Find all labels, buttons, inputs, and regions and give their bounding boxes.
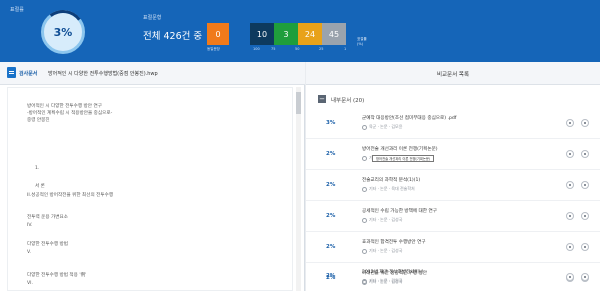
item-title: 효과적인 합격전투 수행방안 연구: [362, 240, 426, 245]
summary-banner: 표절률 3% 표절문형 전체 426건 중 0 동일문장 10 3 24 45 …: [0, 0, 600, 62]
item-similarity: 2%: [326, 213, 336, 219]
scale-unit-percent: (%): [357, 42, 364, 46]
comparison-item[interactable]: 2% 방어전술 개선과리 이론 전쟁(기획논문) 기타 · 논문 · 육대 연구: [306, 140, 600, 170]
scale-label-50: 50: [295, 47, 300, 51]
collapse-icon[interactable]: −: [318, 95, 326, 103]
doc-line: -방어적인 계획수립 시 적용방안을 중심으로-: [27, 111, 113, 116]
doc-line: VI.: [27, 281, 33, 286]
doc-line: 다양한 전투수행 방법: [27, 242, 68, 247]
doc-line: IV.: [27, 223, 33, 228]
item-meta: 기타 · 논문 · 김원국: [362, 278, 402, 284]
range-box-25[interactable]: 45: [322, 23, 346, 45]
view-icon[interactable]: [566, 243, 574, 251]
plagiarism-report-view: 표절률 3% 표절문형 전체 426건 중 0 동일문장 10 3 24 45 …: [0, 0, 600, 291]
target-label: 표절문형: [143, 15, 162, 21]
comparison-title: 비교문서 목록: [436, 72, 470, 78]
doc-line: 전투력 운용 가변요소: [27, 215, 68, 220]
item-meta: 기타 · 논문 · 김성국: [362, 248, 402, 254]
doc-line: 서 론: [35, 184, 45, 189]
similarity-value: 3%: [53, 25, 73, 39]
item-title: 공세적인 수립 가능한 방책에 대한 연구: [362, 209, 437, 214]
item-similarity: 2%: [326, 151, 336, 157]
download-icon[interactable]: [581, 119, 589, 127]
download-icon[interactable]: [581, 243, 589, 251]
item-title: 전술교리의 과학적 분석(1)(1): [362, 178, 421, 183]
inspected-document-tag: 검사문서: [19, 71, 38, 77]
user-icon: [362, 278, 367, 284]
scale-label-75: 75: [271, 47, 276, 51]
scale-label-1: 1: [344, 47, 347, 51]
item-similarity: 2%: [326, 244, 336, 250]
document-scroll-thumb[interactable]: [296, 92, 301, 114]
similarity-gauge: 3%: [38, 7, 88, 57]
item-tooltip: 방어전술 개선과리 이론 전쟁(기획논문): [372, 155, 435, 162]
download-icon[interactable]: [581, 273, 589, 281]
item-similarity: 3%: [326, 120, 336, 126]
item-meta-text: 기타 · 논문 · 김성국: [369, 248, 403, 253]
document-icon: [7, 67, 16, 78]
similarity-label: 표절률: [10, 7, 24, 13]
item-title: 방어전술 개선과리 이론 전쟁(기획논문): [362, 147, 438, 152]
comparison-item[interactable]: 2% 전술교리의 과학적 분석(1)(1) 기타 · 논문 · 육대 전술학처: [306, 171, 600, 201]
view-icon[interactable]: [566, 150, 574, 158]
range-box-50[interactable]: 24: [298, 23, 322, 45]
item-meta-text: 기타 · 논문 · 김성국: [369, 217, 403, 222]
doc-line: II.성공적인 방어작전을 위한 최선의 전투수행: [27, 193, 114, 198]
comparison-header: 비교문서 목록: [306, 62, 600, 85]
view-icon[interactable]: [566, 119, 574, 127]
view-icon[interactable]: [566, 273, 574, 281]
inspected-document-header: 검사문서 방어적인 시 다양한 전투수행방법(중점 안봉진).hwp: [0, 62, 305, 85]
range-box-100[interactable]: 10: [250, 23, 274, 45]
document-scrollbar[interactable]: [296, 87, 301, 291]
view-icon[interactable]: [566, 181, 574, 189]
total-count: 전체 426건 중: [143, 31, 203, 42]
comparison-item[interactable]: 3% 군예작 대응방안(조선 접미부대응 중심으로) .pdf 육군 · 논문 …: [306, 109, 600, 139]
range-box-75[interactable]: 3: [274, 23, 298, 45]
item-meta-text: 기타 · 논문 · 육대 전술학처: [369, 186, 415, 191]
doc-line: 중령 안봉진: [27, 118, 50, 123]
doc-line: 방어적인 시 다양한 전투수행 방안 연구: [27, 104, 102, 109]
doc-line: 1.: [35, 166, 40, 171]
comparison-panel: 비교문서 목록 − 내부문서 (20) 3% 군예작 대응방안(조선 접미부대응…: [306, 62, 600, 291]
download-icon[interactable]: [581, 150, 589, 158]
item-similarity: 2%: [326, 273, 336, 279]
range-count-100: 10: [256, 29, 268, 39]
comparison-item[interactable]: 2% 효과적인 합격전투 수행방안 연구 기타 · 논문 · 김성국: [306, 233, 600, 263]
identical-label: 동일문장: [207, 47, 220, 51]
item-title: 2012년 재근 정보화발전세미나: [362, 270, 424, 275]
download-icon[interactable]: [581, 181, 589, 189]
item-title: 군예작 대응방안(조선 접미부대응 중심으로) .pdf: [362, 116, 457, 121]
range-count-25: 45: [328, 29, 340, 39]
internal-docs-group[interactable]: − 내부문서 (20): [306, 93, 600, 106]
download-icon[interactable]: [581, 212, 589, 220]
user-icon: [362, 186, 367, 192]
view-icon[interactable]: [566, 212, 574, 220]
item-meta: 기타 · 논문 · 육대 전술학처: [362, 186, 415, 192]
identical-count-box[interactable]: 0: [207, 23, 229, 45]
scale-unit-label: 표절률 (%): [357, 37, 367, 47]
doc-line: 다양한 전투수행 방법 적용 '例': [27, 273, 87, 278]
scale-label-25: 25: [319, 47, 324, 51]
comparison-item-last[interactable]: 2% 2012년 재근 정보화발전세미나 기타 · 논문 · 김원국: [306, 264, 600, 291]
item-meta-text: 육군 · 논문 · 김모윤: [369, 124, 403, 129]
item-meta-text: 기타 · 논문 · 김원국: [369, 278, 403, 283]
identical-count: 0: [215, 29, 221, 39]
internal-docs-label: 내부문서 (20): [331, 98, 365, 104]
item-meta: 육군 · 논문 · 김모윤: [362, 124, 402, 130]
user-icon: [362, 217, 367, 223]
item-meta: 기타 · 논문 · 김성국: [362, 217, 402, 223]
scale-label-100: 100: [253, 47, 260, 51]
comparison-item[interactable]: 2% 공세적인 수립 가능한 방책에 대한 연구 기타 · 논문 · 김성국: [306, 202, 600, 232]
user-icon: [362, 124, 367, 130]
item-similarity: 2%: [326, 182, 336, 188]
inspected-document-title: 방어적인 시 다양한 전투수행방법(중점 안봉진).hwp: [48, 71, 158, 77]
user-icon: [362, 155, 367, 161]
doc-line: V.: [27, 250, 32, 255]
range-count-75: 3: [283, 29, 289, 39]
user-icon: [362, 248, 367, 254]
inspected-document-panel: 검사문서 방어적인 시 다양한 전투수행방법(중점 안봉진).hwp 방어적인 …: [0, 62, 305, 291]
range-count-50: 24: [304, 29, 316, 39]
